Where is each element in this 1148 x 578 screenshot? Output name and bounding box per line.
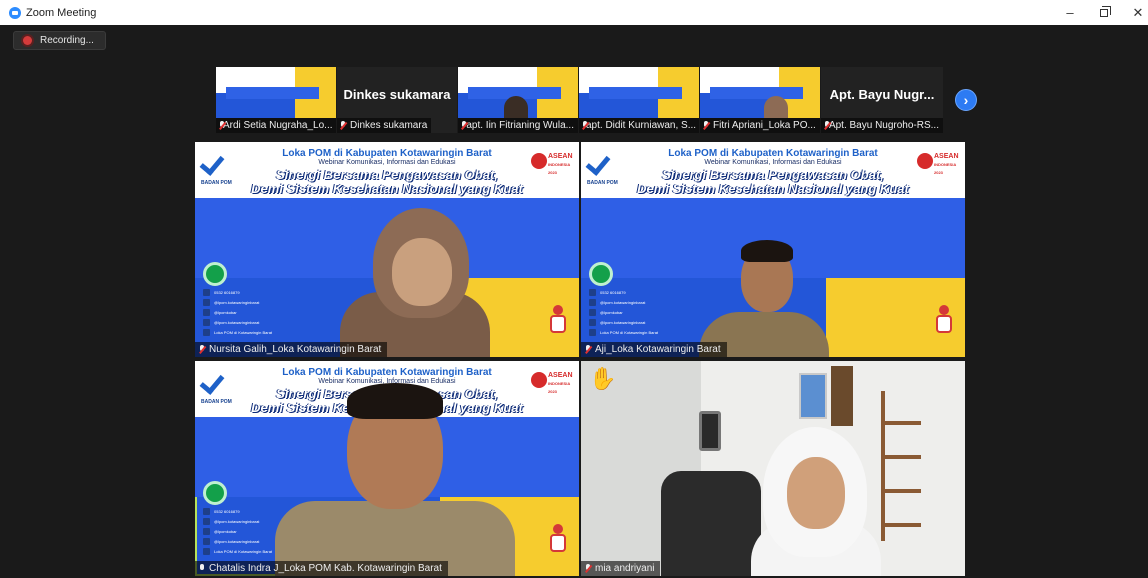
participant-name-tag: apt. Iin Fitrianing Wula...: [458, 118, 578, 133]
recording-dot-icon: [23, 36, 32, 45]
banner-title: Sinergi Bersama Pengawasan Obat,Demi Sis…: [251, 167, 523, 196]
x-icon: [203, 528, 210, 535]
phone-icon: [203, 262, 227, 286]
facebook-icon: [203, 319, 210, 326]
banner-contact-list: 0532 6016879 @lpom.kotawaringinbarat @lp…: [589, 262, 679, 336]
participant-video-tile[interactable]: BADAN POM Loka POM di Kabupaten Kotawari…: [581, 142, 965, 357]
close-button[interactable]: ✕: [1120, 0, 1148, 25]
participant-thumbnail[interactable]: apt. Iin Fitrianing Wula...: [458, 67, 578, 133]
participant-name: Apt. Bayu Nugroho-RS...: [828, 120, 939, 131]
mascot-icon: [933, 305, 955, 335]
phone-icon: [589, 262, 613, 286]
participant-name: Chatalis Indra J_Loka POM Kab. Kotawarin…: [209, 563, 442, 574]
participant-thumbnail[interactable]: Ardi Setia Nugraha_Lo...: [216, 67, 336, 133]
banner-subheading: Webinar Komunikasi, Informasi dan Edukas…: [704, 159, 842, 166]
participant-thumbnail[interactable]: Dinkes sukamara Dinkes sukamara: [337, 67, 457, 133]
mic-muted-icon: [461, 121, 468, 130]
participant-name-tag: apt. Didit Kurniawan, S...: [579, 118, 699, 133]
participant-name: Ardi Setia Nugraha_Lo...: [223, 120, 333, 131]
banner-subheading: Webinar Komunikasi, Informasi dan Edukas…: [318, 159, 456, 166]
mascot-icon: [547, 524, 569, 554]
participant-video: [764, 96, 788, 118]
participant-name-tag: Chatalis Indra J_Loka POM Kab. Kotawarin…: [195, 561, 448, 576]
participant-video-tile[interactable]: BADAN POM Loka POM di Kabupaten Kotawari…: [195, 142, 579, 357]
asean-logo-icon: ASEAN INDONESIA 2023: [531, 369, 573, 395]
mic-muted-icon: [199, 345, 205, 354]
video-background: [661, 471, 761, 576]
title-bar: Zoom Meeting – ✕: [0, 0, 1148, 25]
phone-icon: [203, 481, 227, 505]
participant-display-name: Dinkes sukamara: [343, 87, 451, 102]
instagram-icon: [203, 518, 210, 525]
mic-muted-icon: [824, 121, 829, 130]
shared-banner-thumbnail: [579, 67, 699, 118]
participant-thumbnail[interactable]: Fitri Apriani_Loka PO...: [700, 67, 820, 133]
instagram-icon: [589, 299, 596, 306]
minimize-button[interactable]: –: [1052, 0, 1088, 25]
restore-button[interactable]: [1086, 0, 1122, 25]
active-speaker-video-tile[interactable]: BADAN POM Loka POM di Kabupaten Kotawari…: [195, 361, 579, 576]
facebook-icon: [589, 319, 596, 326]
banner-title: Sinergi Bersama Pengawasan Obat,Demi Sis…: [637, 167, 909, 196]
video-background: [799, 373, 827, 419]
participant-name: apt. Iin Fitrianing Wula...: [466, 120, 574, 131]
participant-name: Fitri Apriani_Loka PO...: [713, 120, 816, 131]
participant-name: mia andriyani: [595, 563, 655, 574]
video-background: [831, 366, 853, 426]
participant-name-tag: Dinkes sukamara: [337, 118, 432, 133]
chevron-right-icon: ›: [963, 92, 969, 108]
mic-muted-icon: [340, 121, 346, 130]
participant-name-tag: Nursita Galih_Loka Kotawaringin Barat: [195, 342, 388, 357]
participant-name-tag: Aji_Loka Kotawaringin Barat: [581, 342, 727, 357]
video-background: [699, 411, 721, 451]
zoom-logo-icon: [9, 6, 21, 19]
mic-muted-icon: [585, 345, 591, 354]
next-page-button[interactable]: ›: [955, 89, 977, 111]
banner-contact-list: 0532 6016879 @lpom.kotawaringinbarat @lp…: [203, 262, 293, 336]
window-title: Zoom Meeting: [26, 6, 97, 19]
mascot-icon: [547, 305, 569, 335]
participant-thumbnail[interactable]: Apt. Bayu Nugr... Apt. Bayu Nugroho-RS..…: [821, 67, 943, 133]
participant-name: Aji_Loka Kotawaringin Barat: [595, 344, 721, 355]
x-icon: [589, 309, 596, 316]
restore-icon: [1100, 5, 1111, 17]
participant-thumbnail[interactable]: apt. Didit Kurniawan, S...: [579, 67, 699, 133]
shared-banner-thumbnail: [700, 67, 820, 118]
participant-name: apt. Didit Kurniawan, S...: [586, 120, 697, 131]
facebook-icon: [203, 538, 210, 545]
video-background: [881, 391, 921, 541]
youtube-icon: [203, 329, 210, 336]
participant-name-tag: Apt. Bayu Nugroho-RS...: [821, 118, 943, 133]
youtube-icon: [589, 329, 596, 336]
banner-heading: Loka POM di Kabupaten Kotawaringin Barat: [282, 367, 492, 378]
banner-heading: Loka POM di Kabupaten Kotawaringin Barat: [282, 148, 492, 159]
x-icon: [203, 309, 210, 316]
asean-logo-icon: ASEAN INDONESIA 2023: [531, 150, 573, 176]
shared-banner-thumbnail: [216, 67, 336, 118]
youtube-icon: [203, 548, 210, 555]
participant-video: [504, 96, 528, 118]
mic-muted-icon: [585, 564, 591, 573]
participant-name: Nursita Galih_Loka Kotawaringin Barat: [209, 344, 382, 355]
recording-indicator[interactable]: Recording...: [13, 31, 106, 50]
participant-name: Dinkes sukamara: [350, 120, 428, 131]
asean-logo-icon: ASEAN INDONESIA 2023: [917, 150, 959, 176]
participant-display-name: Apt. Bayu Nugr...: [829, 87, 935, 102]
participant-video-tile[interactable]: ✋ mia andriyani: [581, 361, 965, 576]
participant-name-tag: mia andriyani: [581, 561, 661, 576]
mic-on-icon: [199, 564, 205, 573]
participant-name-tag: Fitri Apriani_Loka PO...: [700, 118, 820, 133]
zoom-meeting-window: Zoom Meeting – ✕ Recording... Ardi Setia…: [0, 0, 1148, 578]
mic-muted-icon: [703, 121, 709, 130]
instagram-icon: [203, 299, 210, 306]
participant-name-tag: Ardi Setia Nugraha_Lo...: [216, 118, 336, 133]
raised-hand-icon: ✋: [589, 366, 617, 391]
banner-heading: Loka POM di Kabupaten Kotawaringin Barat: [668, 148, 878, 159]
recording-label: Recording...: [40, 35, 94, 46]
